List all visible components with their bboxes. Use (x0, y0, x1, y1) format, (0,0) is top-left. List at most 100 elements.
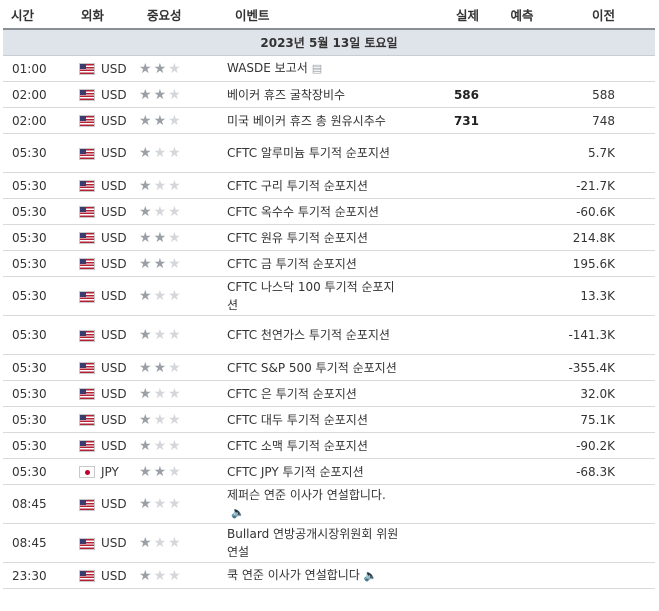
event-previous: 195.6K (557, 250, 655, 277)
event-row[interactable]: 05:30 USD ★★★ CFTC 원유 투기적 순포지션 214.8K (3, 224, 655, 251)
header-previous[interactable]: 이전 (557, 0, 655, 30)
event-name-cell[interactable]: CFTC 나스닥 100 투기적 순포지션 (227, 276, 415, 316)
event-row[interactable]: 08:45 USD ★★★ 제퍼슨 연준 이사가 연설합니다. 🔈 (3, 484, 655, 524)
star-empty-icon: ★ (153, 385, 169, 402)
header-event[interactable]: 이벤트 (227, 0, 415, 30)
event-name-cell[interactable]: WASDE 보고서 ▤ (227, 55, 415, 82)
event-row[interactable]: 05:30 USD ★★★ CFTC 알루미늄 투기적 순포지션 5.7K (3, 133, 655, 173)
event-row[interactable]: 02:00 USD ★★★ 베이커 휴즈 굴착장비수 586 588 (3, 81, 655, 108)
star-filled-icon: ★ (139, 411, 154, 428)
star-empty-icon: ★ (153, 567, 169, 584)
event-row[interactable]: 23:30 USD ★★★ 쿡 연준 이사가 연설합니다 🔈 (3, 562, 655, 589)
event-row[interactable]: 05:30 USD ★★★ CFTC 대두 투기적 순포지션 75.1K (3, 406, 655, 433)
event-name-cell[interactable]: 베이커 휴즈 굴착장비수 (227, 81, 415, 108)
event-time: 05:30 (3, 354, 73, 381)
event-time: 05:30 (3, 406, 73, 433)
event-currency-cell: USD (73, 354, 139, 381)
event-row[interactable]: 05:30 USD ★★★ CFTC S&P 500 투기적 순포지션 -355.4K (3, 354, 655, 381)
star-empty-icon: ★ (153, 203, 169, 220)
header-forecast[interactable]: 예측 (487, 0, 557, 30)
star-empty-icon: ★ (153, 496, 169, 512)
star-filled-icon: ★ (139, 359, 154, 376)
event-previous: 5.7K (557, 133, 655, 173)
event-name[interactable]: 미국 베이커 휴즈 총 원유시추수 (227, 114, 386, 128)
event-row[interactable]: 08:45 USD ★★★ Bullard 연방공개시장위원회 위원 연설 (3, 523, 655, 563)
event-row[interactable]: 05:30 JPY ★★★ CFTC JPY 투기적 순포지션 -68.3K (3, 458, 655, 485)
event-name[interactable]: CFTC 대두 투기적 순포지션 (227, 413, 368, 427)
event-name[interactable]: 베이커 휴즈 굴착장비수 (227, 88, 345, 102)
event-previous: 75.1K (557, 406, 655, 433)
document-icon[interactable]: ▤ (312, 60, 322, 78)
star-empty-icon: ★ (153, 535, 169, 551)
event-name[interactable]: CFTC S&P 500 투기적 순포지션 (227, 361, 397, 375)
event-name-cell[interactable]: CFTC 대두 투기적 순포지션 (227, 406, 415, 433)
event-forecast (487, 107, 557, 134)
event-name-cell[interactable]: CFTC S&P 500 투기적 순포지션 (227, 354, 415, 381)
event-actual (415, 133, 487, 173)
event-name-cell[interactable]: CFTC 천연가스 투기적 순포지션 (227, 315, 415, 355)
star-empty-icon: ★ (168, 86, 183, 103)
event-name-cell[interactable]: CFTC 알루미늄 투기적 순포지션 (227, 133, 415, 173)
event-row[interactable]: 05:30 USD ★★★ CFTC 옥수수 투기적 순포지션 -60.6K (3, 198, 655, 225)
event-name-cell[interactable]: CFTC 은 투기적 순포지션 (227, 380, 415, 407)
star-filled-icon: ★ (139, 145, 154, 161)
event-actual (415, 315, 487, 355)
event-name-cell[interactable]: CFTC 소맥 투기적 순포지션 (227, 432, 415, 459)
event-row[interactable]: 02:00 USD ★★★ 미국 베이커 휴즈 총 원유시추수 731 748 (3, 107, 655, 134)
star-empty-icon: ★ (168, 177, 183, 194)
star-empty-icon: ★ (168, 327, 183, 343)
event-row[interactable]: 05:30 USD ★★★ CFTC 금 투기적 순포지션 195.6K (3, 250, 655, 277)
event-time: 05:30 (3, 250, 73, 277)
event-name[interactable]: CFTC JPY 투기적 순포지션 (227, 465, 364, 479)
us-flag-icon (79, 232, 95, 244)
event-actual: 586 (415, 81, 487, 108)
event-actual (415, 406, 487, 433)
event-time: 01:00 (3, 55, 73, 82)
event-row[interactable]: 05:30 USD ★★★ CFTC 은 투기적 순포지션 32.0K (3, 380, 655, 407)
event-name-cell[interactable]: 제퍼슨 연준 이사가 연설합니다. 🔈 (227, 484, 415, 524)
event-name-cell[interactable]: CFTC 구리 투기적 순포지션 (227, 172, 415, 199)
header-time[interactable]: 시간 (3, 0, 73, 30)
event-row[interactable]: 05:30 USD ★★★ CFTC 나스닥 100 투기적 순포지션 13.3K (3, 276, 655, 316)
header-actual[interactable]: 실제 (415, 0, 487, 30)
header-currency[interactable]: 외화 (73, 0, 139, 30)
event-currency-cell: USD (73, 133, 139, 173)
event-name[interactable]: 제퍼슨 연준 이사가 연설합니다. (227, 488, 386, 502)
event-name-cell[interactable]: CFTC 원유 투기적 순포지션 (227, 224, 415, 251)
event-name[interactable]: CFTC 나스닥 100 투기적 순포지션 (227, 280, 395, 312)
event-name-cell[interactable]: CFTC 금 투기적 순포지션 (227, 250, 415, 277)
event-name-cell[interactable]: CFTC JPY 투기적 순포지션 (227, 458, 415, 485)
event-actual (415, 198, 487, 225)
event-name-cell[interactable]: CFTC 옥수수 투기적 순포지션 (227, 198, 415, 225)
event-name-cell[interactable]: Bullard 연방공개시장위원회 위원 연설 (227, 523, 415, 563)
event-forecast (487, 432, 557, 459)
importance-rating: ★★★ (139, 380, 227, 407)
event-name[interactable]: Bullard 연방공개시장위원회 위원 연설 (227, 527, 398, 559)
event-actual (415, 224, 487, 251)
star-filled-icon: ★ (153, 359, 169, 376)
event-forecast (487, 198, 557, 225)
event-forecast (487, 133, 557, 173)
event-name[interactable]: CFTC 원유 투기적 순포지션 (227, 231, 368, 245)
speaker-icon[interactable]: 🔈 (364, 567, 378, 585)
event-row[interactable]: 05:30 USD ★★★ CFTC 소맥 투기적 순포지션 -90.2K (3, 432, 655, 459)
event-name[interactable]: CFTC 천연가스 투기적 순포지션 (227, 328, 390, 342)
event-row[interactable]: 05:30 USD ★★★ CFTC 천연가스 투기적 순포지션 -141.3K (3, 315, 655, 355)
event-row[interactable]: 01:00 USD ★★★ WASDE 보고서 ▤ (3, 55, 655, 82)
event-name[interactable]: CFTC 알루미늄 투기적 순포지션 (227, 146, 390, 160)
event-name[interactable]: CFTC 금 투기적 순포지션 (227, 257, 357, 271)
event-name[interactable]: WASDE 보고서 (227, 61, 308, 75)
event-name-cell[interactable]: 쿡 연준 이사가 연설합니다 🔈 (227, 562, 415, 589)
header-row: 시간 외화 중요성 이벤트 실제 예측 이전 (3, 0, 655, 30)
event-name[interactable]: CFTC 소맥 투기적 순포지션 (227, 439, 368, 453)
event-name[interactable]: CFTC 은 투기적 순포지션 (227, 387, 357, 401)
event-name[interactable]: CFTC 옥수수 투기적 순포지션 (227, 205, 379, 219)
header-importance[interactable]: 중요성 (139, 0, 227, 30)
event-name[interactable]: CFTC 구리 투기적 순포지션 (227, 179, 368, 193)
event-name-cell[interactable]: 미국 베이커 휴즈 총 원유시추수 (227, 107, 415, 134)
event-time: 02:00 (3, 107, 73, 134)
event-row[interactable]: 05:30 USD ★★★ CFTC 구리 투기적 순포지션 -21.7K (3, 172, 655, 199)
event-currency-cell: USD (73, 224, 139, 251)
event-name[interactable]: 쿡 연준 이사가 연설합니다 (227, 568, 360, 582)
speaker-icon[interactable]: 🔈 (231, 504, 405, 522)
